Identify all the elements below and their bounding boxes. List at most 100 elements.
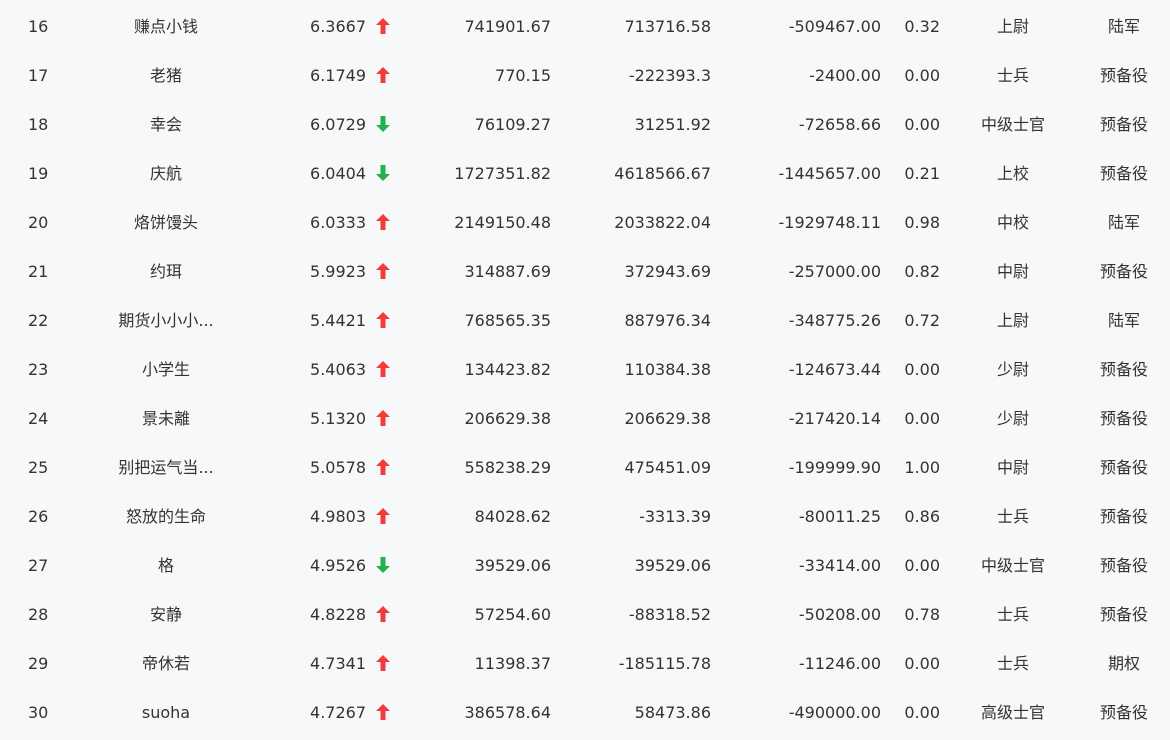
value3-cell: -124673.44 (788, 360, 881, 379)
value3-cell: -509467.00 (788, 17, 881, 36)
rank-cell: 27 (28, 556, 49, 575)
rank-title-cell: 中级士官 (980, 115, 1045, 134)
rank-cell: 29 (28, 654, 49, 673)
trend-cell (374, 392, 392, 441)
type-cell: 陆军 (1107, 311, 1140, 330)
value3-cell: -50208.00 (798, 605, 881, 624)
table-row[interactable]: 26 怒放的生命 4.9803 84028.62 -3313.39 -80011.25 0.… (0, 490, 1170, 539)
ratio-cell: 0.86 (904, 507, 940, 526)
value3-cell: -1445657.00 (778, 164, 881, 183)
ratio-cell: 0.00 (904, 66, 940, 85)
trend-cell (374, 637, 392, 686)
name-cell: 帝休若 (141, 654, 190, 673)
rank-title-cell: 中校 (996, 213, 1029, 232)
arrow-up-icon (376, 704, 390, 720)
arrow-up-icon (376, 18, 390, 34)
value2-cell: -3313.39 (639, 507, 711, 526)
table-row[interactable]: 21 约珥 5.9923 314887.69 372943.69 -257000.00 0.… (0, 245, 1170, 294)
rank-cell: 23 (28, 360, 49, 379)
value3-cell: -11246.00 (798, 654, 881, 673)
arrow-up-icon (376, 67, 390, 83)
arrow-up-icon (376, 655, 390, 671)
table-row[interactable]: 28 安静 4.8228 57254.60 -88318.52 -50208.00 0.78… (0, 588, 1170, 637)
trend-cell (374, 588, 392, 637)
name-cell: 老猪 (149, 66, 182, 85)
arrow-up-icon (376, 459, 390, 475)
arrow-up-icon (376, 263, 390, 279)
name-cell: 约珥 (149, 262, 182, 281)
type-cell: 预备役 (1099, 458, 1148, 477)
trend-cell (374, 343, 392, 392)
score-cell: 5.4063 (310, 360, 366, 379)
table-row[interactable]: 30 suoha 4.7267 386578.64 58473.86 -490000.00… (0, 686, 1170, 735)
value3-cell: -33414.00 (798, 556, 881, 575)
rank-cell: 17 (28, 66, 49, 85)
trend-cell (374, 245, 392, 294)
value2-cell: -222393.3 (628, 66, 711, 85)
table-row[interactable]: 19 庆航 6.0404 1727351.82 4618566.67 -1445657.0… (0, 147, 1170, 196)
table-row[interactable]: 18 幸会 6.0729 76109.27 31251.92 -72658.66 0.00 中… (0, 98, 1170, 147)
table-row[interactable]: 17 老猪 6.1749 770.15 -222393.3 -2400.00 0.00 士兵 预… (0, 49, 1170, 98)
rank-title-cell: 少尉 (996, 360, 1029, 379)
rank-title-cell: 中尉 (996, 262, 1029, 281)
type-cell: 预备役 (1099, 507, 1148, 526)
table-row[interactable]: 23 小学生 5.4063 134423.82 110384.38 -124673.44 0… (0, 343, 1170, 392)
value1-cell: 11398.37 (474, 654, 551, 673)
type-cell: 预备役 (1099, 164, 1148, 183)
table-row[interactable]: 16 赚点小钱 6.3667 741901.67 713716.58 -509467.00… (0, 0, 1170, 49)
name-cell: 赚点小钱 (133, 17, 198, 36)
type-cell: 预备役 (1099, 556, 1148, 575)
rank-cell: 25 (28, 458, 49, 477)
rank-title-cell: 上尉 (996, 17, 1029, 36)
ratio-cell: 0.00 (904, 556, 940, 575)
table-row[interactable]: 25 别把运气当... 5.0578 558238.29 475451.09 -19999… (0, 441, 1170, 490)
name-cell: 景未離 (141, 409, 190, 428)
trend-cell (374, 490, 392, 539)
value2-cell: 206629.38 (624, 409, 711, 428)
table-row[interactable]: 22 期货小小小... 5.4421 768565.35 887976.34 -34877… (0, 294, 1170, 343)
value2-cell: 31251.92 (634, 115, 711, 134)
name-cell: 期货小小小... (118, 311, 214, 330)
value1-cell: 76109.27 (474, 115, 551, 134)
type-cell: 预备役 (1099, 409, 1148, 428)
arrow-down-icon (376, 116, 390, 132)
table-row[interactable]: 20 烙饼馒头 6.0333 2149150.48 2033822.04 -1929748… (0, 196, 1170, 245)
name-cell: 格 (157, 556, 174, 575)
ratio-cell: 0.21 (904, 164, 940, 183)
value2-cell: 39529.06 (634, 556, 711, 575)
value3-cell: -72658.66 (798, 115, 881, 134)
type-cell: 陆军 (1107, 213, 1140, 232)
arrow-down-icon (376, 557, 390, 573)
rank-title-cell: 士兵 (996, 66, 1029, 85)
name-cell: 安静 (149, 605, 182, 624)
table-row[interactable]: 24 景未離 5.1320 206629.38 206629.38 -217420.14 0… (0, 392, 1170, 441)
arrow-up-icon (376, 508, 390, 524)
trend-cell (374, 196, 392, 245)
rank-cell: 18 (28, 115, 49, 134)
table-row[interactable]: 29 帝休若 4.7341 11398.37 -185115.78 -11246.00 0.… (0, 637, 1170, 686)
arrow-down-icon (376, 165, 390, 181)
value2-cell: 2033822.04 (614, 213, 711, 232)
score-cell: 4.9803 (310, 507, 366, 526)
value1-cell: 134423.82 (464, 360, 551, 379)
value3-cell: -1929748.11 (778, 213, 881, 232)
name-cell: 怒放的生命 (125, 507, 206, 526)
rank-cell: 28 (28, 605, 49, 624)
value1-cell: 57254.60 (474, 605, 551, 624)
type-cell: 预备役 (1099, 703, 1148, 722)
rank-title-cell: 高级士官 (980, 703, 1045, 722)
score-cell: 4.9526 (310, 556, 366, 575)
name-cell: 庆航 (149, 164, 182, 183)
arrow-up-icon (376, 361, 390, 377)
table-row[interactable]: 27 格 4.9526 39529.06 39529.06 -33414.00 0.00 中级… (0, 539, 1170, 588)
ratio-cell: 0.72 (904, 311, 940, 330)
type-cell: 预备役 (1099, 115, 1148, 134)
value1-cell: 770.15 (495, 66, 551, 85)
value1-cell: 314887.69 (464, 262, 551, 281)
score-cell: 6.0404 (310, 164, 366, 183)
arrow-up-icon (376, 606, 390, 622)
rank-title-cell: 少尉 (996, 409, 1029, 428)
value2-cell: 475451.09 (624, 458, 711, 477)
ratio-cell: 0.00 (904, 409, 940, 428)
type-cell: 陆军 (1107, 17, 1140, 36)
